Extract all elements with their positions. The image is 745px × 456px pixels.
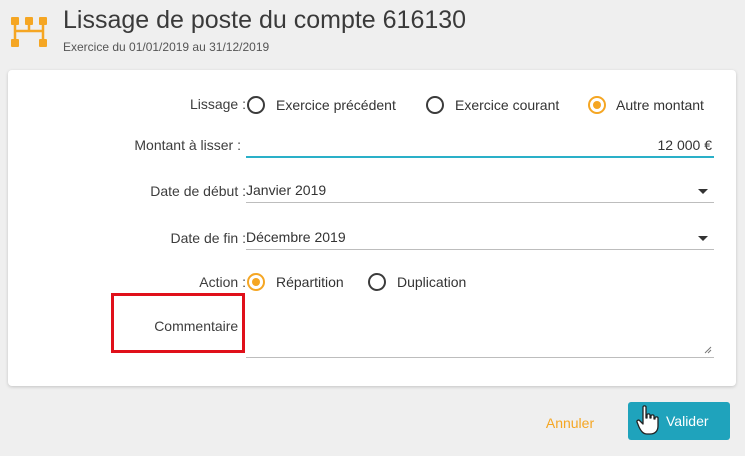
radio-exercice-courant-label[interactable]: Exercice courant xyxy=(455,97,559,113)
page-title: Lissage de poste du compte 616130 xyxy=(63,6,467,34)
montant-input[interactable]: 12 000 € xyxy=(246,132,714,158)
date-debut-select[interactable]: Janvier 2019 xyxy=(246,177,714,203)
commentaire-textarea[interactable] xyxy=(246,314,714,358)
radio-exercice-courant[interactable] xyxy=(426,96,444,114)
cancel-button[interactable]: Annuler xyxy=(538,411,602,435)
radio-duplication-label[interactable]: Duplication xyxy=(397,274,466,290)
radio-exercice-precedent[interactable] xyxy=(247,96,265,114)
resize-handle-icon[interactable] xyxy=(704,346,712,354)
montant-value: 12 000 € xyxy=(657,137,713,153)
radio-repartition[interactable] xyxy=(247,273,265,291)
radio-autre-montant[interactable] xyxy=(588,96,606,114)
chevron-down-icon[interactable] xyxy=(698,236,708,241)
date-fin-label: Date de fin : xyxy=(170,230,247,246)
dialog-header: Lissage de poste du compte 616130 Exerci… xyxy=(0,0,745,66)
date-debut-value: Janvier 2019 xyxy=(246,182,327,198)
page-subtitle: Exercice du 01/01/2019 au 31/12/2019 xyxy=(63,40,270,54)
date-fin-select[interactable]: Décembre 2019 xyxy=(246,224,714,250)
radio-exercice-precedent-label[interactable]: Exercice précédent xyxy=(276,97,396,113)
chevron-down-icon[interactable] xyxy=(698,189,708,194)
radio-repartition-label[interactable]: Répartition xyxy=(276,274,344,290)
radio-duplication[interactable] xyxy=(368,273,386,291)
hand-cursor-icon xyxy=(636,405,659,435)
radio-autre-montant-label[interactable]: Autre montant xyxy=(616,97,704,113)
date-fin-value: Décembre 2019 xyxy=(246,229,346,245)
montant-label: Montant à lisser : xyxy=(134,137,241,153)
action-label: Action : xyxy=(199,274,246,290)
org-chart-icon xyxy=(11,17,47,47)
commentaire-highlight-box xyxy=(111,293,245,353)
date-debut-label: Date de début : xyxy=(150,183,246,199)
lissage-label: Lissage : xyxy=(189,96,246,112)
